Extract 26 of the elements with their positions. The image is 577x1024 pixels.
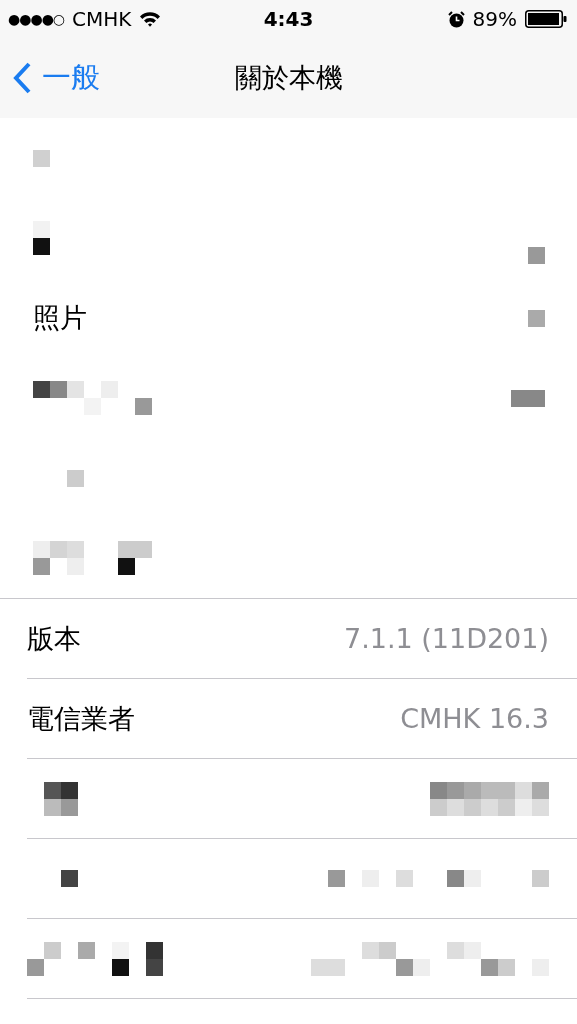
status-time: 4:43: [263, 7, 314, 31]
pixelated-mosaic: [61, 870, 78, 887]
settings-row[interactable]: 照片: [0, 278, 577, 358]
settings-row[interactable]: 電信業者 CMHK 16.3: [27, 679, 577, 759]
row-label: 電信業者: [27, 701, 135, 736]
pixelated-mosaic: [528, 309, 545, 327]
alarm-clock-icon: [447, 10, 465, 28]
row-value: CMHK 16.3: [400, 703, 549, 734]
pixelated-mosaic: [33, 221, 50, 255]
row-value: 7.1.1 (11D201): [343, 623, 549, 654]
wifi-icon: [139, 11, 162, 27]
page-title: 關於本機: [234, 61, 343, 95]
pixelated-mosaic: [44, 781, 78, 816]
battery-percent: 89%: [472, 7, 517, 31]
back-button[interactable]: 一般: [0, 58, 100, 98]
signal-dots: ●●●●○: [8, 11, 65, 27]
carrier-name: CMHK: [72, 7, 132, 31]
battery-icon: [525, 10, 567, 28]
settings-row[interactable]: 版本 7.1.1 (11D201): [27, 599, 577, 679]
row-label: 照片: [33, 301, 87, 335]
row-label: 版本: [27, 621, 81, 656]
pixelated-mosaic: [67, 469, 84, 487]
chevron-left-icon: [12, 61, 32, 95]
pixelated-mosaic: [528, 246, 545, 264]
pixelated-mosaic: [33, 149, 50, 167]
pixelated-mosaic: [511, 389, 545, 407]
